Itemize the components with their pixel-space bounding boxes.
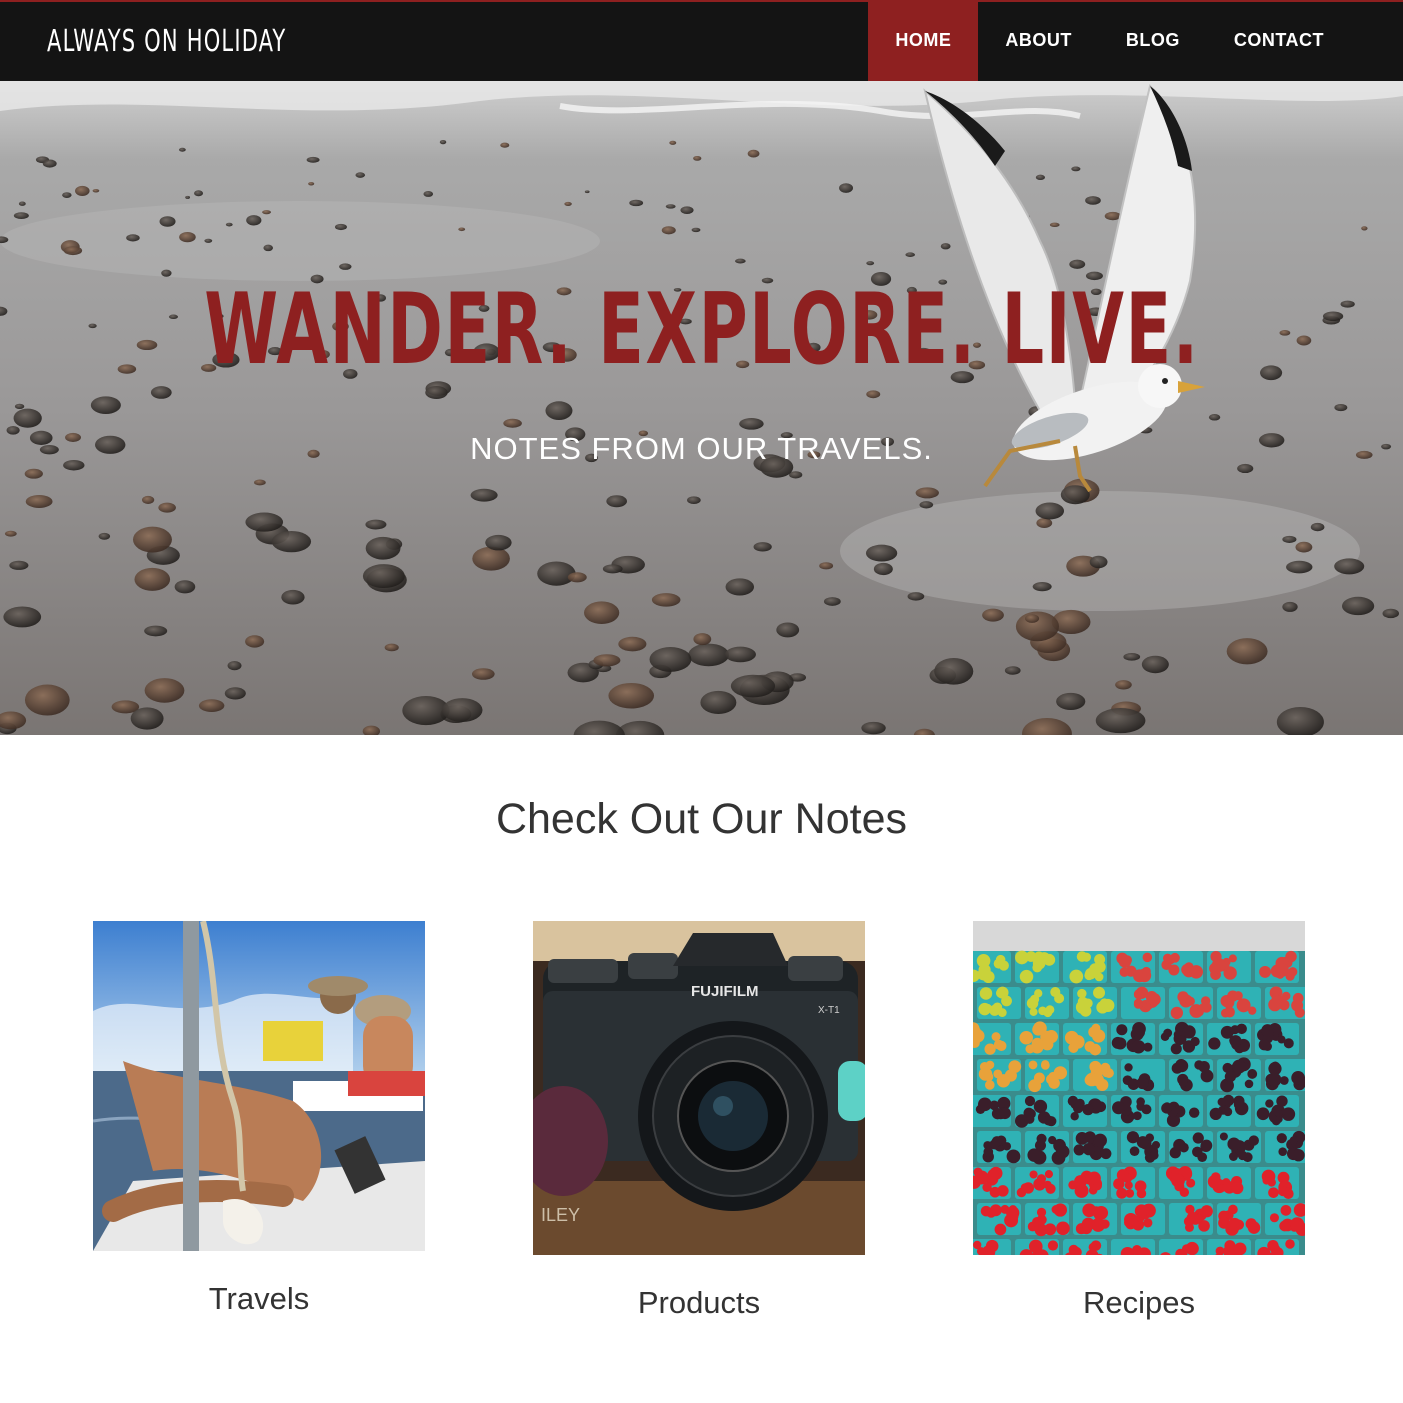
nav-blog[interactable]: BLOG [1099, 0, 1207, 81]
hero-title: WANDER. EXPLORE. LIVE. [0, 273, 1403, 387]
hero-banner: WANDER. EXPLORE. LIVE. NOTES FROM OUR TR… [0, 81, 1403, 735]
tag-text: ILEY [541, 1205, 580, 1225]
card-travels: Travels [93, 921, 425, 1317]
hero-subtitle: NOTES FROM OUR TRAVELS. [470, 431, 933, 466]
card-caption-travels[interactable]: Travels [93, 1281, 425, 1317]
nav-home[interactable]: HOME [868, 0, 979, 81]
travels-image[interactable] [93, 921, 425, 1251]
recipes-image[interactable] [973, 921, 1305, 1255]
products-image[interactable]: FUJIFILM X-T1 ILEY [533, 921, 865, 1255]
nav-about[interactable]: ABOUT [978, 0, 1099, 81]
card-recipes: Recipes [973, 921, 1305, 1321]
fujifilm-logo: FUJIFILM [691, 983, 759, 1000]
hero-title-text: WANDER. EXPLORE. LIVE. [203, 273, 1200, 387]
site-logo[interactable]: ALWAYS ON HOLIDAY [47, 24, 286, 59]
navbar: ALWAYS ON HOLIDAY HOME ABOUT BLOG CONTAC… [0, 0, 1403, 81]
camera-model-label: X-T1 [818, 1005, 840, 1016]
section-heading: Check Out Our Notes [495, 795, 908, 843]
card-products: FUJIFILM X-T1 ILEY Products [533, 921, 865, 1321]
main-nav: HOME ABOUT BLOG CONTACT [868, 0, 1351, 81]
beach-seagull-image [0, 81, 1403, 735]
nav-contact[interactable]: CONTACT [1207, 0, 1351, 81]
card-caption-recipes[interactable]: Recipes [973, 1285, 1305, 1321]
card-caption-products[interactable]: Products [533, 1285, 865, 1321]
